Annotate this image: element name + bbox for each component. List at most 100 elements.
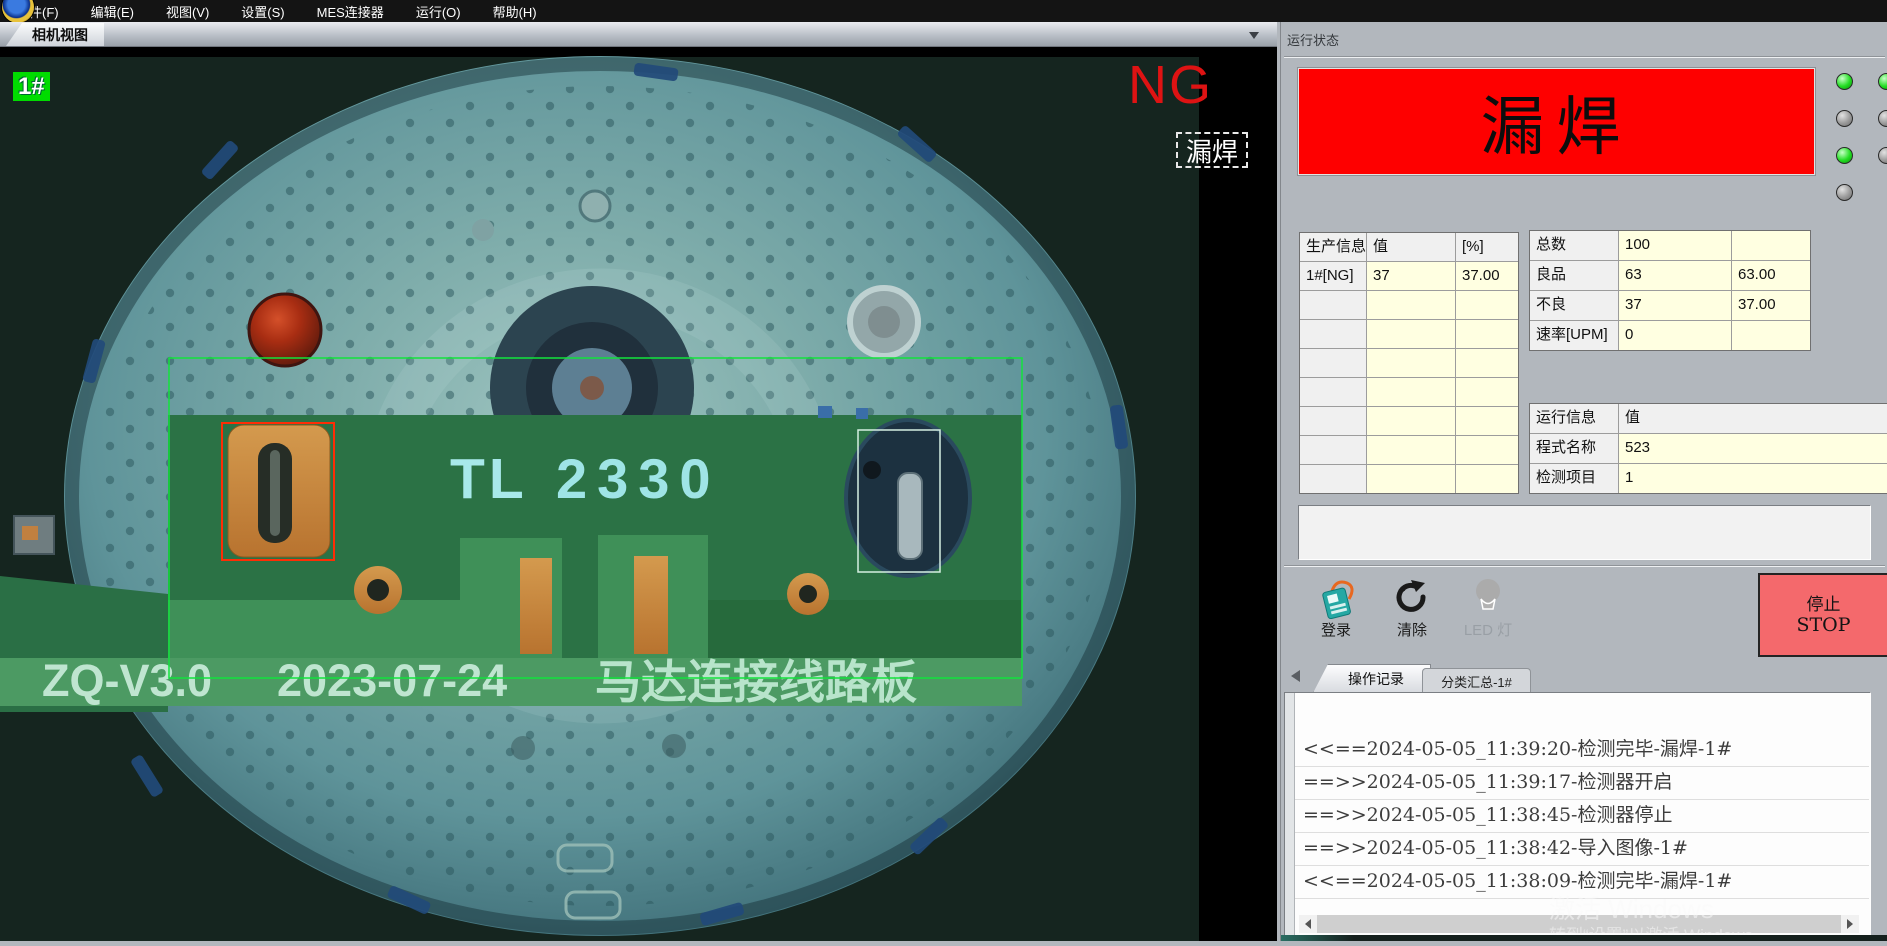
status-led-7	[1836, 184, 1853, 201]
table-cell: 检测项目	[1530, 464, 1618, 493]
camera-image: TL 2330 ZQ-V3.0 2023-07-24 马达连接线路板	[0, 46, 1277, 941]
run-status-panel: 运行状态 漏焊 生产信息 值 [%] 1#[NG] 37 37.00	[1280, 22, 1887, 941]
pcb-marking-prefix: TL	[450, 447, 528, 511]
table-cell	[1456, 349, 1518, 377]
stat-label: 总数	[1530, 231, 1618, 260]
result-banner: 漏焊	[1298, 68, 1815, 175]
tab-operation-log[interactable]: 操作记录	[1313, 664, 1431, 693]
table-cell: 1#[NG]	[1300, 262, 1366, 290]
panel-title: 运行状态	[1287, 30, 1339, 49]
message-box	[1298, 505, 1871, 560]
login-badge-icon	[1309, 577, 1363, 619]
led-label: LED 灯	[1464, 622, 1512, 639]
login-label: 登录	[1321, 622, 1351, 639]
stat-value: 37	[1619, 291, 1731, 320]
edge-component	[14, 516, 54, 554]
stat-percent	[1732, 321, 1810, 350]
tab-scroll-left-button[interactable]	[1291, 670, 1300, 682]
table-cell	[1367, 320, 1455, 348]
tab-classification-summary[interactable]: 分类汇总-1#	[1422, 668, 1531, 693]
stat-label: 速率[UPM]	[1530, 321, 1618, 350]
stat-percent: 63.00	[1732, 261, 1810, 290]
table-cell	[1300, 378, 1366, 406]
table-cell	[1456, 320, 1518, 348]
led-bulb-icon	[1461, 577, 1515, 619]
grey-component	[850, 288, 918, 356]
defect-name-tag: 漏焊	[1176, 132, 1248, 168]
table-cell: 37	[1367, 262, 1455, 290]
log-entry: ==>>2024-05-05_11:39:17-检测器开启	[1295, 766, 1869, 800]
table-cell	[1367, 465, 1455, 493]
camera-id-badge: 1#	[13, 72, 50, 101]
window-bottom-edge	[1281, 935, 1887, 941]
stat-value: 63	[1619, 261, 1731, 290]
table-cell	[1367, 436, 1455, 464]
table-cell	[1456, 407, 1518, 435]
table-cell	[1456, 465, 1518, 493]
pcb-name-text: 马达连接线路板	[595, 655, 917, 709]
groupbox-divider-top	[1284, 56, 1885, 58]
status-led-4	[1878, 110, 1887, 127]
production-table: 生产信息 值 [%] 1#[NG] 37 37.00	[1299, 232, 1519, 494]
table-cell	[1300, 349, 1366, 377]
stop-label-cn: 停止	[1807, 594, 1841, 615]
menu-help[interactable]: 帮助(H)	[480, 2, 550, 21]
table-cell	[1367, 291, 1455, 319]
column-header: [%]	[1456, 233, 1518, 261]
red-component	[249, 294, 321, 366]
menu-bar: 文件(F) 编辑(E) 视图(V) 设置(S) MES连接器 运行(O) 帮助(…	[0, 0, 1887, 22]
stat-percent	[1732, 231, 1810, 260]
led-light-button[interactable]: LED 灯	[1461, 577, 1515, 640]
groupbox-divider-bottom	[1284, 565, 1885, 567]
pcb-version-text: ZQ-V3.0	[42, 655, 212, 706]
table-cell	[1300, 465, 1366, 493]
pcb-marking-digits: 2330	[556, 447, 721, 510]
column-header: 值	[1367, 233, 1455, 261]
menu-settings[interactable]: 设置(S)	[228, 2, 297, 21]
column-header: 运行信息	[1530, 404, 1618, 433]
log-left-gutter	[1285, 693, 1295, 935]
tab-camera-view[interactable]: 相机视图	[6, 23, 104, 46]
status-led-2	[1878, 73, 1887, 90]
menu-mes-connector[interactable]: MES连接器	[304, 2, 397, 21]
menu-run[interactable]: 运行(O)	[403, 2, 474, 21]
status-led-3	[1836, 110, 1853, 127]
clear-button[interactable]: 清除	[1385, 577, 1439, 640]
status-led-5	[1836, 147, 1853, 164]
tab-dropdown-button[interactable]	[1246, 29, 1262, 41]
stat-label: 不良	[1530, 291, 1618, 320]
table-cell	[1300, 320, 1366, 348]
status-led-1	[1836, 73, 1853, 90]
status-led-6	[1878, 147, 1887, 164]
run-info-table: 运行信息 值 程式名称 523 检测项目 1	[1529, 403, 1887, 494]
log-entry: <<==2024-05-05_11:39:20-检测完毕-漏焊-1#	[1295, 733, 1869, 767]
table-cell	[1300, 291, 1366, 319]
stop-label-en: STOP	[1796, 615, 1850, 636]
menu-edit[interactable]: 编辑(E)	[78, 2, 147, 21]
scroll-right-arrow-icon[interactable]	[1841, 915, 1859, 933]
table-cell: 523	[1619, 434, 1887, 463]
scroll-left-arrow-icon[interactable]	[1299, 915, 1317, 933]
table-cell	[1456, 378, 1518, 406]
stat-value: 100	[1619, 231, 1731, 260]
stat-percent: 37.00	[1732, 291, 1810, 320]
stop-button[interactable]: 停止 STOP	[1758, 573, 1887, 657]
log-entry: ==>>2024-05-05_11:38:42-导入图像-1#	[1295, 832, 1869, 866]
clear-label: 清除	[1397, 622, 1427, 639]
pcb-date-text: 2023-07-24	[277, 655, 507, 706]
menu-view[interactable]: 视图(V)	[153, 2, 222, 21]
chevron-down-icon	[1249, 32, 1259, 39]
table-cell: 程式名称	[1530, 434, 1618, 463]
table-cell	[1367, 378, 1455, 406]
table-cell	[1456, 291, 1518, 319]
log-entry: ==>>2024-05-05_11:38:45-检测器停止	[1295, 799, 1869, 833]
camera-view[interactable]: TL 2330 ZQ-V3.0 2023-07-24 马达连接线路板 1# NG…	[0, 46, 1277, 941]
table-cell	[1367, 349, 1455, 377]
login-button[interactable]: 登录	[1309, 577, 1363, 640]
table-cell: 37.00	[1456, 262, 1518, 290]
table-cell	[1300, 436, 1366, 464]
table-cell	[1367, 407, 1455, 435]
clear-refresh-icon	[1385, 577, 1439, 619]
column-header: 值	[1619, 404, 1887, 433]
result-ng-label: NG	[1128, 54, 1213, 116]
